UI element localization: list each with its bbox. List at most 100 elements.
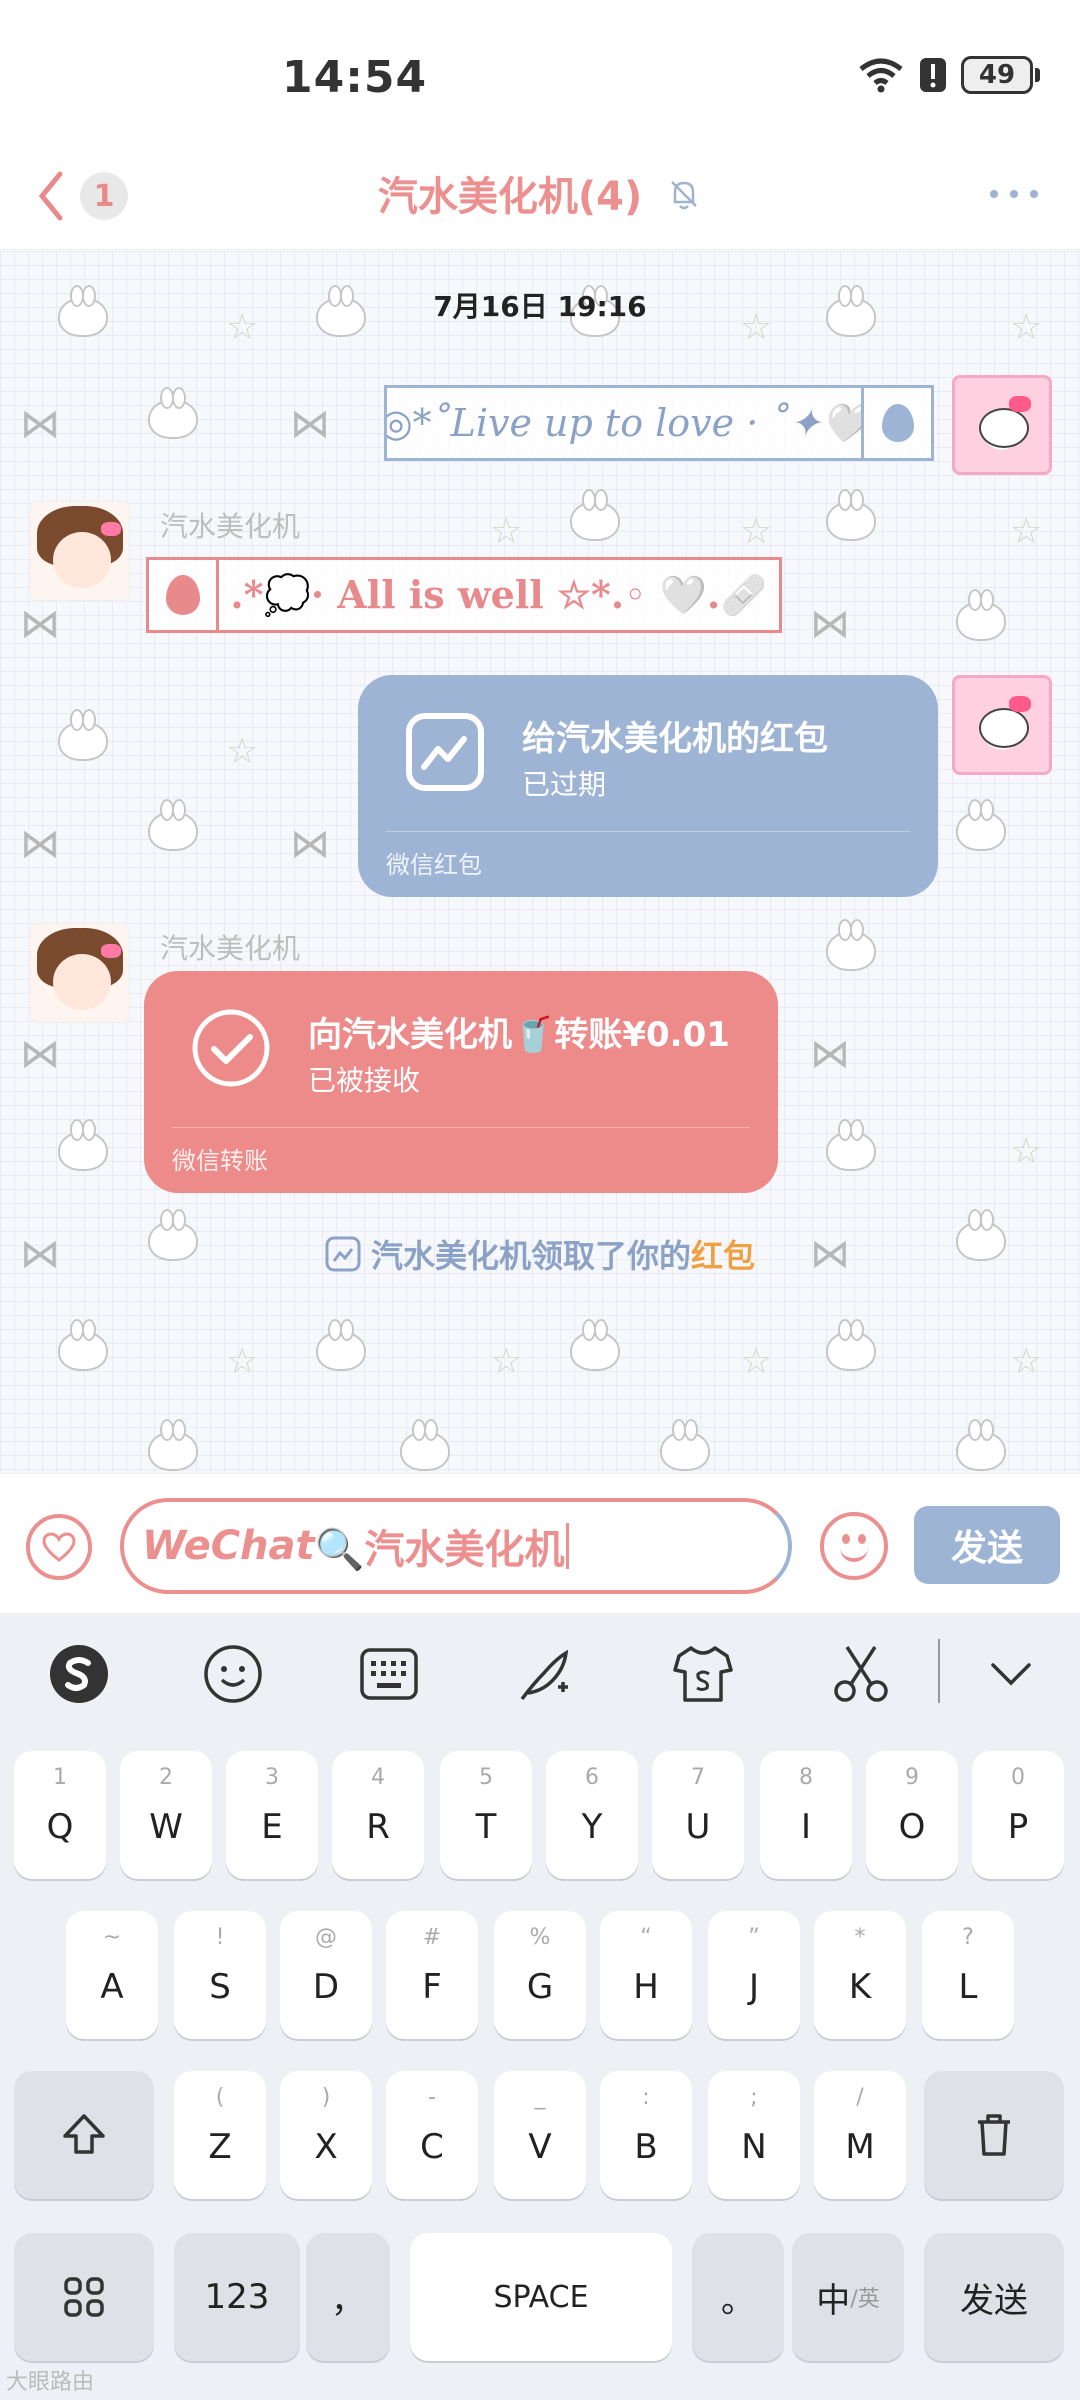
more-symbols-key[interactable]: [14, 2233, 154, 2361]
red-packet-link[interactable]: 红包: [691, 1237, 755, 1275]
key-label: J: [748, 1967, 760, 2007]
collapse-keyboard-button[interactable]: [976, 1639, 1046, 1709]
more-options-button[interactable]: [990, 190, 1038, 198]
keyboard-icon: [360, 1648, 418, 1700]
number-mode-key[interactable]: 123: [174, 2233, 300, 2361]
key-f[interactable]: # F: [386, 1911, 478, 2039]
bunny-decor-icon: [660, 1419, 710, 1471]
transfer-status: 已被接收: [308, 1064, 421, 1097]
key-v[interactable]: _ V: [494, 2071, 586, 2199]
key-u[interactable]: 7U: [652, 1751, 744, 1879]
key-p[interactable]: 0P: [972, 1751, 1064, 1879]
key-label: 。: [721, 2280, 755, 2321]
key-j[interactable]: ” J: [708, 1911, 800, 2039]
key-x[interactable]: ) X: [280, 2071, 372, 2199]
key-b[interactable]: :B: [600, 2071, 692, 2199]
key-a[interactable]: ~ A: [66, 1911, 158, 2039]
key-g[interactable]: % G: [494, 1911, 586, 2039]
transfer-card[interactable]: 向汽水美化机🥤转账¥0.01 已被接收 微信转账: [144, 971, 778, 1193]
key-label: 123: [204, 2277, 270, 2317]
star-decor-icon: ☆: [1010, 511, 1043, 552]
message-input[interactable]: WeChat 🔍汽水美化机: [120, 1498, 792, 1594]
key-k[interactable]: * K: [814, 1911, 906, 2039]
my-avatar[interactable]: [952, 675, 1052, 775]
key-r[interactable]: 4R: [332, 1751, 424, 1879]
chat-area[interactable]: ☆ ☆ ☆ ⋈ ⋈ ☆ ☆ ☆ ⋈ ⋈ ☆ ⋈ ⋈ ⋈ ☆ ⋈ ⋈ ⋈ ☆ ☆ …: [0, 251, 1080, 1473]
key-d[interactable]: @ D: [280, 1911, 372, 2039]
red-packet-icon: [406, 713, 484, 791]
water-drop-icon: [881, 404, 914, 442]
key-n[interactable]: ; N: [708, 2071, 800, 2199]
ime-logo-button[interactable]: [44, 1639, 114, 1709]
key-hint: “: [640, 1925, 652, 1950]
key-h[interactable]: “H: [600, 1911, 692, 2039]
input-bar: WeChat 🔍汽水美化机 发送: [0, 1473, 1080, 1613]
bunny-decor-icon: [58, 1319, 108, 1371]
key-hint: 9: [905, 1765, 919, 1790]
bow-decor-icon: ⋈: [20, 601, 60, 647]
key-c[interactable]: -C: [386, 2071, 478, 2199]
key-hint: 0: [1011, 1765, 1025, 1790]
bunny-decor-icon: [826, 1119, 876, 1171]
bunny-decor-icon: [148, 387, 198, 439]
skin-theme-button[interactable]: [668, 1639, 738, 1709]
handwriting-button[interactable]: [510, 1639, 580, 1709]
send-button[interactable]: 发送: [914, 1506, 1060, 1584]
language-switch-key[interactable]: 中/英: [792, 2233, 904, 2361]
key-q[interactable]: 1Q: [14, 1751, 106, 1879]
send-key[interactable]: 发送: [924, 2233, 1064, 2361]
input-value-italic: WeChat: [142, 1523, 315, 1569]
key-label: I: [800, 1807, 812, 1847]
keyboard-toolbar: [0, 1613, 1080, 1735]
key-i[interactable]: 8I: [760, 1751, 852, 1879]
bunny-decor-icon: [148, 1419, 198, 1471]
delete-key[interactable]: [924, 2071, 1064, 2199]
bunny-decor-icon: [148, 799, 198, 851]
key-hint: 2: [159, 1765, 173, 1790]
sender-avatar[interactable]: [30, 923, 130, 1023]
input-value: 🔍汽水美化机: [314, 1527, 565, 1573]
emoji-panel-button[interactable]: [198, 1639, 268, 1709]
red-packet-card[interactable]: 给汽水美化机的红包 已过期 微信红包: [358, 675, 938, 897]
period-key[interactable]: 。: [692, 2233, 784, 2361]
key-s[interactable]: ! S: [174, 1911, 266, 2039]
sender-name: 汽水美化机: [160, 510, 301, 543]
shift-arrow-icon: [63, 2114, 105, 2154]
space-key[interactable]: SPACE: [410, 2233, 672, 2361]
bow-decor-icon: ⋈: [20, 401, 60, 447]
bow-decor-icon: ⋈: [290, 821, 330, 867]
chat-header: 汽水美化机(4) 1: [0, 150, 1080, 250]
voice-toggle-heart-button[interactable]: [26, 1514, 92, 1580]
key-l[interactable]: ? L: [922, 1911, 1014, 2039]
star-decor-icon: ☆: [226, 731, 259, 772]
emoji-button[interactable]: [820, 1512, 888, 1580]
key-t[interactable]: 5T: [440, 1751, 532, 1879]
my-avatar[interactable]: [952, 375, 1052, 475]
key-e[interactable]: 3E: [226, 1751, 318, 1879]
back-button[interactable]: 1: [36, 170, 128, 222]
message-text: .*💭· All is well ☆*.◦ 🤍.🩹: [230, 572, 768, 617]
comma-key[interactable]: ，: [306, 2233, 390, 2361]
key-label: M: [845, 2127, 875, 2167]
battery-tip: [1035, 68, 1040, 82]
trash-icon: [978, 2114, 1010, 2156]
clipboard-cut-button[interactable]: [826, 1639, 896, 1709]
key-hint: %: [529, 1925, 551, 1950]
bunny-decor-icon: [826, 1319, 876, 1371]
key-y[interactable]: 6Y: [546, 1751, 638, 1879]
keyboard-layout-button[interactable]: [354, 1639, 424, 1709]
bow-icon: [101, 944, 121, 958]
sender-avatar[interactable]: [30, 501, 130, 601]
star-decor-icon: ☆: [226, 1341, 259, 1382]
key-label: K: [848, 1967, 872, 2007]
tshirt-icon: [673, 1646, 733, 1702]
outgoing-text-bubble[interactable]: ◎*˚Live up to love · ˚✦🤍: [384, 385, 934, 461]
incoming-text-bubble[interactable]: .*💭· All is well ☆*.◦ 🤍.🩹: [146, 557, 782, 633]
key-label: A: [100, 1967, 124, 2007]
key-m[interactable]: / M: [814, 2071, 906, 2199]
shift-key[interactable]: [14, 2071, 154, 2199]
key-w[interactable]: 2W: [120, 1751, 212, 1879]
key-z[interactable]: (Z: [174, 2071, 266, 2199]
key-o[interactable]: 9O: [866, 1751, 958, 1879]
status-bar: 14:54 49: [0, 0, 1080, 150]
